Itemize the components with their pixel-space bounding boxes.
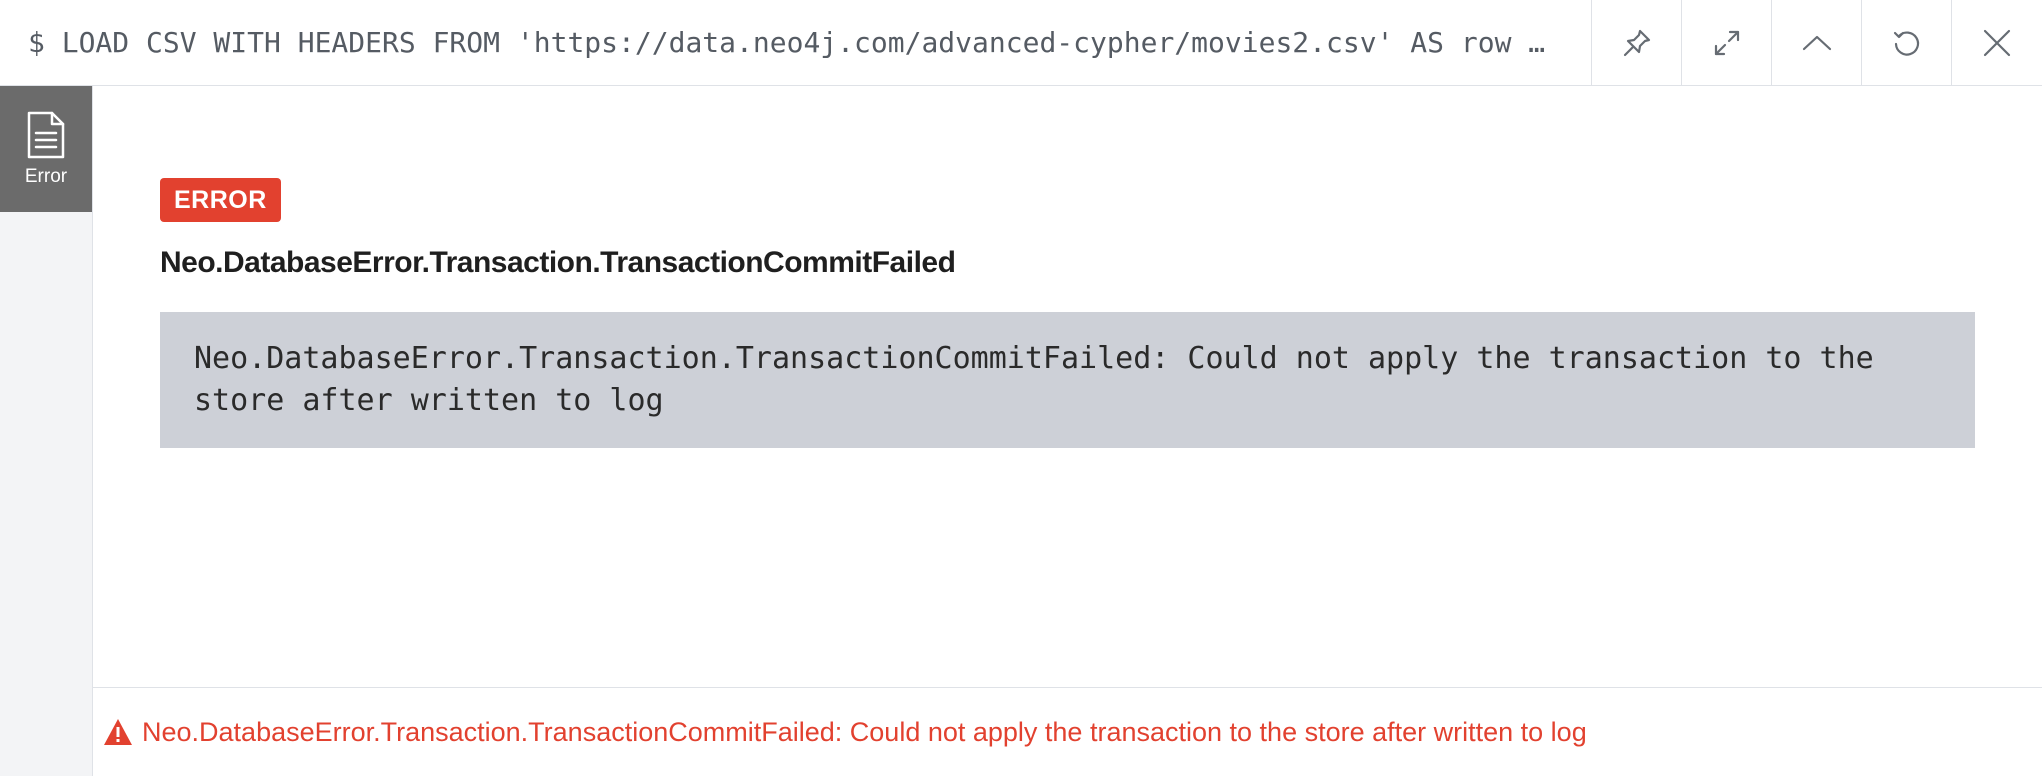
status-message: Neo.DatabaseError.Transaction.Transactio… <box>142 716 1587 747</box>
close-icon <box>1983 29 2010 57</box>
close-button[interactable] <box>1951 0 2041 86</box>
error-panel: ERROR Neo.DatabaseError.Transaction.Tran… <box>93 86 2042 687</box>
result-view-sidebar: Error <box>0 86 93 776</box>
collapse-icon <box>1802 35 1831 51</box>
sidebar-item-error[interactable]: Error <box>0 86 92 212</box>
collapse-button[interactable] <box>1771 0 1861 86</box>
fullscreen-button[interactable] <box>1681 0 1771 86</box>
pin-button[interactable] <box>1591 0 1681 86</box>
query-command[interactable]: $ LOAD CSV WITH HEADERS FROM 'https://da… <box>28 0 1573 86</box>
expand-icon <box>1714 30 1739 56</box>
frame-toolbar <box>1591 0 2041 86</box>
error-message-box: Neo.DatabaseError.Transaction.Transactio… <box>160 312 1975 448</box>
status-bar: Neo.DatabaseError.Transaction.Transactio… <box>93 687 2042 776</box>
error-badge: ERROR <box>160 178 281 222</box>
frame-header: $ LOAD CSV WITH HEADERS FROM 'https://da… <box>0 0 2042 86</box>
document-icon <box>27 111 65 159</box>
rerun-button[interactable] <box>1861 0 1951 86</box>
error-title: Neo.DatabaseError.Transaction.Transactio… <box>160 246 956 279</box>
pin-icon <box>1623 29 1650 57</box>
warning-icon <box>104 719 132 745</box>
sidebar-item-label: Error <box>24 166 68 187</box>
rerun-icon <box>1893 31 1919 56</box>
